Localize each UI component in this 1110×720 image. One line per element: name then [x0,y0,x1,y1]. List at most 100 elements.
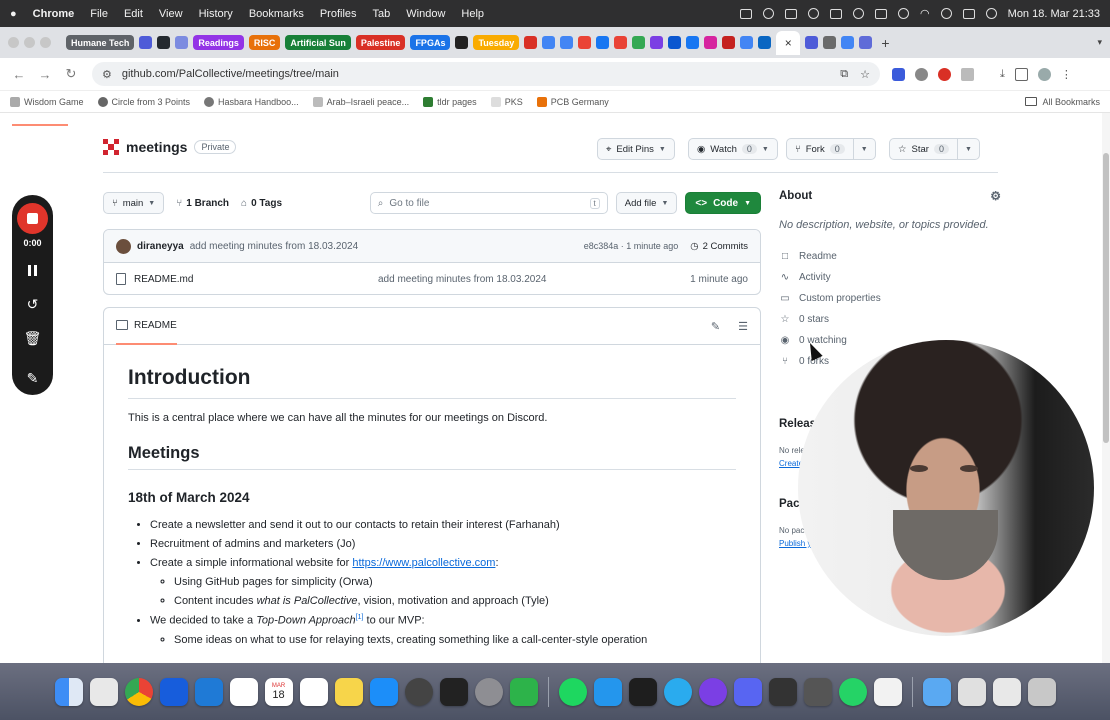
apple-icon[interactable]: ● [10,8,17,20]
watch-button[interactable]: ◉ Watch 0 ▼ [688,138,778,160]
bitwarden-icon[interactable] [159,677,188,706]
gear-icon[interactable]: ⚙ [990,189,1001,203]
avatar[interactable] [116,238,131,254]
add-file-button[interactable]: Add file ▼ [615,192,678,214]
tab-group-artificial-sun[interactable]: Artificial Sun [285,35,351,50]
folder-icon[interactable] [922,677,951,706]
tags-link[interactable]: ⌂ 0 Tags [241,198,282,209]
terminal-icon[interactable] [439,677,468,706]
go-to-file-input[interactable]: ⌕ Go to file t [369,192,608,214]
menu-file[interactable]: File [90,8,108,20]
instagram-icon[interactable] [704,36,718,49]
tab-favicon[interactable] [650,36,664,49]
extensions-puzzle-icon[interactable] [961,67,974,81]
stop-recording-button[interactable] [17,203,48,234]
back-icon[interactable]: ← [10,67,28,82]
control-center-icon[interactable] [962,8,975,19]
numbers-icon[interactable] [509,677,538,706]
linkedin-icon[interactable] [758,36,772,49]
bookmark-item[interactable]: Wisdom Game [10,96,84,107]
star-button[interactable]: ☆ Star 0 [889,138,958,160]
tab-favicon[interactable] [175,36,189,49]
install-icon[interactable]: ⧉ [840,68,848,81]
profile-avatar[interactable] [1037,67,1051,81]
figma-icon[interactable] [628,677,657,706]
branches-link[interactable]: ⑂ 1 Branch [176,198,229,209]
menu-help[interactable]: Help [461,8,484,20]
siri-icon[interactable] [985,8,997,19]
tab-favicon[interactable] [560,36,574,49]
tab-group-readings[interactable]: Readings [193,35,244,50]
extension-icon[interactable] [938,67,951,81]
input-source-icon[interactable] [875,8,888,19]
readme-link[interactable]: □ Readme [779,246,1001,267]
commit-author[interactable]: diraneyya [137,241,184,252]
notes-icon[interactable] [334,677,363,706]
bookmark-item[interactable]: Arab–Israeli peace... [312,96,409,107]
window-minimize-button[interactable] [24,37,35,48]
tab-favicon[interactable] [524,36,538,49]
branch-select-button[interactable]: ⑂ main ▼ [103,192,165,214]
tab-favicon[interactable] [139,36,153,49]
menu-edit[interactable]: Edit [124,8,143,20]
chrome-icon[interactable] [124,677,153,706]
menubar-clock[interactable]: Mon 18. Mar 21:33 [1008,8,1100,20]
page-scrollbar[interactable] [1102,113,1110,663]
restart-icon[interactable]: ↺ [27,292,39,316]
extension-icon[interactable] [892,67,905,81]
tab-group-palestine[interactable]: Palestine [355,35,406,50]
discord-icon[interactable] [733,677,762,706]
bookmark-item[interactable]: Hasbara Handboo... [204,96,299,107]
tab-favicon[interactable] [823,36,837,49]
menu-tab[interactable]: Tab [373,8,391,20]
tab-readme[interactable]: README [116,308,177,345]
new-tab-icon[interactable]: + [881,35,889,51]
address-url[interactable]: github.com/PalCollective/meetings/tree/m… [122,68,339,80]
google-icon[interactable] [841,36,855,49]
active-tab-close-icon[interactable]: × [776,30,801,55]
tab-favicon[interactable] [859,36,873,49]
documents-stack-icon[interactable] [992,677,1021,706]
menu-view[interactable]: View [159,8,183,20]
bookmark-item[interactable]: tldr pages [423,96,477,107]
site-info-icon[interactable]: ⚙ [102,68,112,81]
repo-name[interactable]: meetings [126,139,187,155]
all-bookmarks[interactable]: All Bookmarks [1025,97,1100,107]
tab-group-humane-tech[interactable]: Humane Tech [66,35,135,50]
pen-icon[interactable]: ✎ [27,366,39,390]
launchpad-icon[interactable] [89,677,118,706]
telegram-icon[interactable] [663,677,692,706]
scrollbar-thumb[interactable] [1103,153,1109,443]
bookmark-item[interactable]: Circle from 3 Points [97,96,190,107]
website-link[interactable]: https://www.palcollective.com [352,557,495,569]
vscode-icon[interactable] [194,677,223,706]
file-commit-message[interactable]: add meeting minutes from 18.03.2024 [378,274,546,285]
google-icon[interactable] [632,36,646,49]
fork-button[interactable]: ⑂ Fork 0 [786,138,854,160]
tab-group-fpgas[interactable]: FPGAs [410,35,451,50]
downloads-stack-icon[interactable] [957,677,986,706]
tab-favicon[interactable] [668,36,682,49]
slack-icon[interactable] [229,677,258,706]
google-icon[interactable] [740,36,754,49]
status-app-icon[interactable] [740,8,753,19]
star-dropdown-button[interactable]: ▼ [957,138,980,160]
menu-window[interactable]: Window [406,8,445,20]
search-icon[interactable] [940,8,952,19]
app-store-icon[interactable] [369,677,398,706]
docker-icon[interactable] [593,677,622,706]
menu-profiles[interactable]: Profiles [320,8,357,20]
activity-link[interactable]: ∿ Activity [779,267,1001,288]
table-row[interactable]: README.md add meeting minutes from 18.03… [104,263,760,294]
screen-recorder-icon[interactable] [698,677,727,706]
status-app-icon[interactable] [898,8,910,19]
calculator-icon[interactable] [768,677,797,706]
screenshot-icon[interactable] [803,677,832,706]
bookmark-item[interactable]: PCB Germany [536,96,609,107]
chrome-menu-icon[interactable]: ⋮ [1061,68,1072,81]
file-name[interactable]: README.md [134,274,193,285]
whatsapp-icon[interactable] [838,677,867,706]
tab-favicon[interactable] [805,36,819,49]
custom-properties-link[interactable]: ▭ Custom properties [779,288,1001,309]
menu-app-name[interactable]: Chrome [33,8,75,20]
